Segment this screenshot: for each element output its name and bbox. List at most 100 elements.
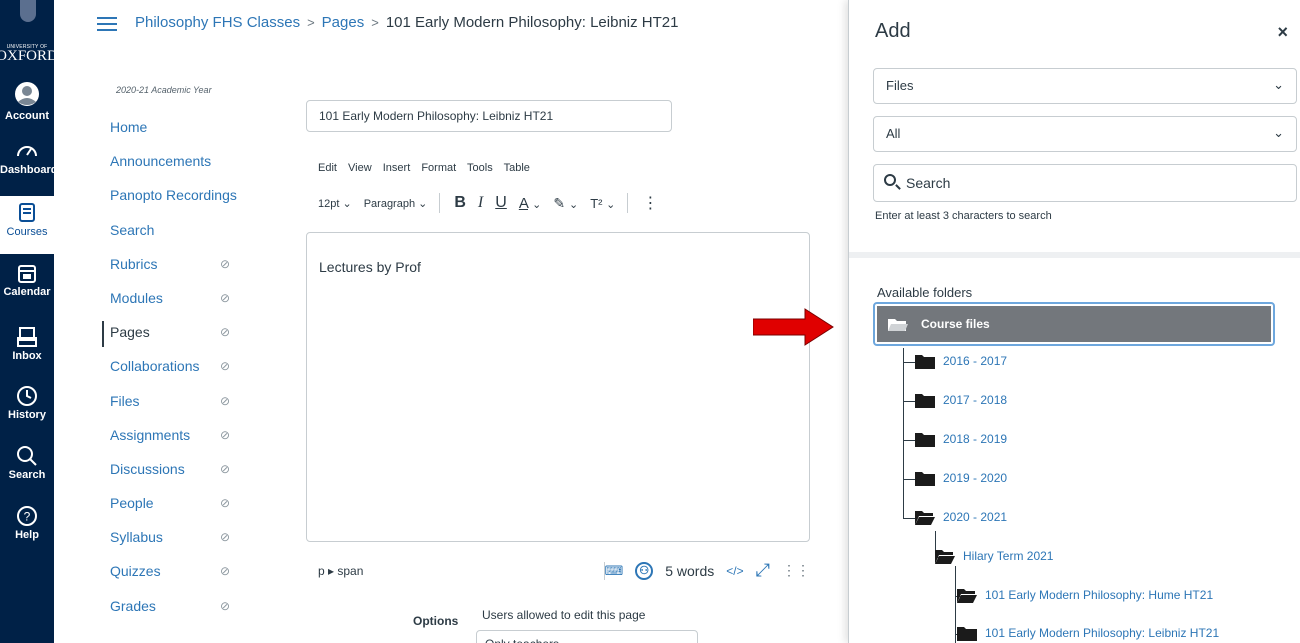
menu-tools[interactable]: Tools	[467, 162, 493, 174]
more-options-icon[interactable]: ⋮	[642, 193, 658, 213]
element-path[interactable]: p ▸ span	[318, 564, 363, 578]
folder-label: 2017 - 2018	[943, 393, 1008, 407]
course-nav-grades[interactable]: Grades ⊘	[110, 591, 260, 625]
global-nav-dashboard[interactable]: Dashboard	[0, 140, 58, 192]
menu-insert[interactable]: Insert	[383, 162, 411, 174]
tree-line	[903, 348, 904, 518]
course-nav: Home Announcements Panopto Recordings Se…	[102, 112, 260, 625]
folder-leibniz-ht21[interactable]: 101 Early Modern Philosophy: Leibniz HT2…	[957, 625, 1219, 641]
folder-icon	[915, 355, 935, 369]
menu-table[interactable]: Table	[504, 162, 530, 174]
course-nav-collaborations[interactable]: Collaborations ⊘	[110, 351, 260, 385]
breadcrumb-pages[interactable]: Pages	[322, 14, 365, 31]
course-files-folder[interactable]: Course files	[873, 302, 1275, 346]
global-nav-search[interactable]: Search	[0, 445, 54, 493]
block-format-value: Paragraph	[363, 197, 416, 210]
content-type-select[interactable]: Files ⌄	[873, 68, 1297, 104]
panel-search-input[interactable]: Search	[873, 164, 1297, 202]
rich-text-editor[interactable]: Lectures by Prof	[306, 232, 810, 542]
svg-text:?: ?	[24, 510, 31, 524]
block-format-dropdown[interactable]: Paragraph ⌄	[364, 197, 428, 210]
underline-button[interactable]: U	[495, 194, 507, 212]
search-icon	[17, 446, 37, 466]
resize-handle-icon[interactable]: ⋮⋮	[782, 562, 810, 579]
highlight-button[interactable]: ✎ ⌄	[553, 195, 578, 212]
hidden-eye-icon: ⊘	[220, 530, 231, 545]
close-icon[interactable]: ×	[1277, 22, 1288, 43]
fullscreen-icon[interactable]: ⤢	[756, 560, 770, 581]
course-nav-files[interactable]: Files ⊘	[110, 386, 260, 420]
chevron-down-icon: ⌄	[1273, 125, 1284, 140]
editor-menubar: Edit View Insert Format Tools Table	[318, 162, 538, 174]
folder-hilary-term-2021[interactable]: Hilary Term 2021	[935, 548, 1053, 564]
available-folders-label: Available folders	[877, 285, 973, 300]
global-nav-label: Courses	[6, 226, 48, 238]
hamburger-menu-icon[interactable]	[97, 17, 117, 31]
course-nav-modules[interactable]: Modules ⊘	[110, 283, 260, 317]
page-title-input[interactable]: 101 Early Modern Philosophy: Leibniz HT2…	[306, 100, 672, 132]
folder-2016-2017[interactable]: 2016 - 2017	[915, 353, 1007, 369]
word-count[interactable]: 5 words	[665, 563, 714, 579]
global-nav-label: Dashboard	[0, 164, 58, 176]
course-nav-assignments[interactable]: Assignments ⊘	[110, 420, 260, 454]
text-color-icon: A	[518, 194, 528, 212]
file-filter-select[interactable]: All ⌄	[873, 116, 1297, 152]
folder-icon	[957, 627, 977, 641]
global-nav-courses[interactable]: Courses	[0, 196, 54, 254]
course-nav-label: Quizzes	[110, 563, 161, 580]
course-nav-panopto[interactable]: Panopto Recordings	[110, 180, 260, 214]
html-editor-toggle[interactable]: </>	[726, 564, 743, 578]
folder-2019-2020[interactable]: 2019 - 2020	[915, 470, 1007, 486]
toolbar-divider	[627, 193, 629, 213]
course-nav-announcements[interactable]: Announcements	[110, 146, 260, 180]
tree-line	[903, 362, 915, 363]
hidden-eye-icon: ⊘	[220, 393, 231, 408]
course-nav-label: Assignments	[110, 426, 191, 443]
academic-year-label: 2020-21 Academic Year	[116, 85, 212, 95]
global-nav-account[interactable]: Account	[0, 80, 54, 136]
global-nav-inbox[interactable]: Inbox	[0, 326, 54, 374]
search-placeholder: Search	[906, 175, 951, 191]
font-size-dropdown[interactable]: 12pt ⌄	[318, 197, 352, 210]
menu-view[interactable]: View	[348, 162, 372, 174]
hidden-eye-icon: ⊘	[220, 359, 231, 374]
folder-open-icon	[888, 319, 908, 331]
university-logo[interactable]: UNIVERSITY OF OXFORD	[0, 0, 58, 78]
hidden-eye-icon: ⊘	[220, 496, 231, 511]
bold-button[interactable]: B	[454, 194, 466, 212]
folder-2018-2019[interactable]: 2018 - 2019	[915, 431, 1007, 447]
chevron-down-icon: ⌄	[342, 197, 352, 210]
accessibility-icon[interactable]: ⚇	[635, 561, 654, 580]
editor-toolbar: 12pt ⌄ Paragraph ⌄ B I U A ⌄ ✎ ⌄ T² ⌄ ⋮	[318, 188, 788, 218]
folder-label: 101 Early Modern Philosophy: Hume HT21	[985, 588, 1214, 602]
superscript-button[interactable]: T² ⌄	[590, 196, 615, 211]
folder-label: 2018 - 2019	[943, 432, 1008, 446]
folder-hume-ht21[interactable]: 101 Early Modern Philosophy: Hume HT21	[957, 587, 1213, 603]
text-color-button[interactable]: A ⌄	[519, 195, 542, 212]
course-nav-discussions[interactable]: Discussions ⊘	[110, 454, 260, 488]
course-nav-home[interactable]: Home	[110, 112, 260, 146]
course-nav-syllabus[interactable]: Syllabus ⊘	[110, 522, 260, 556]
edit-permission-select[interactable]: Only teachers	[476, 630, 698, 643]
course-nav-pages[interactable]: Pages ⊘	[102, 317, 260, 351]
course-nav-people[interactable]: People ⊘	[110, 488, 260, 522]
folder-open-icon	[915, 511, 935, 525]
course-nav-rubrics[interactable]: Rubrics ⊘	[110, 249, 260, 283]
menu-format[interactable]: Format	[421, 162, 456, 174]
global-nav-help[interactable]: ? Help	[0, 505, 54, 553]
add-panel: Add × Files ⌄ All ⌄ Search Enter at leas…	[848, 0, 1300, 643]
hidden-eye-icon: ⊘	[220, 598, 231, 613]
hidden-eye-icon: ⊘	[220, 564, 231, 579]
course-nav-quizzes[interactable]: Quizzes ⊘	[110, 556, 260, 590]
folder-2020-2021[interactable]: 2020 - 2021	[915, 509, 1007, 525]
global-nav-history[interactable]: History	[0, 385, 54, 433]
keyboard-icon[interactable]: ⌨	[604, 563, 623, 579]
breadcrumb-separator: >	[307, 15, 315, 30]
menu-edit[interactable]: Edit	[318, 162, 337, 174]
course-nav-search[interactable]: Search	[110, 215, 260, 249]
italic-button[interactable]: I	[478, 194, 483, 212]
folder-2017-2018[interactable]: 2017 - 2018	[915, 392, 1007, 408]
panel-divider	[849, 252, 1300, 258]
breadcrumb-course[interactable]: Philosophy FHS Classes	[135, 14, 300, 31]
global-nav-calendar[interactable]: Calendar	[0, 262, 54, 314]
